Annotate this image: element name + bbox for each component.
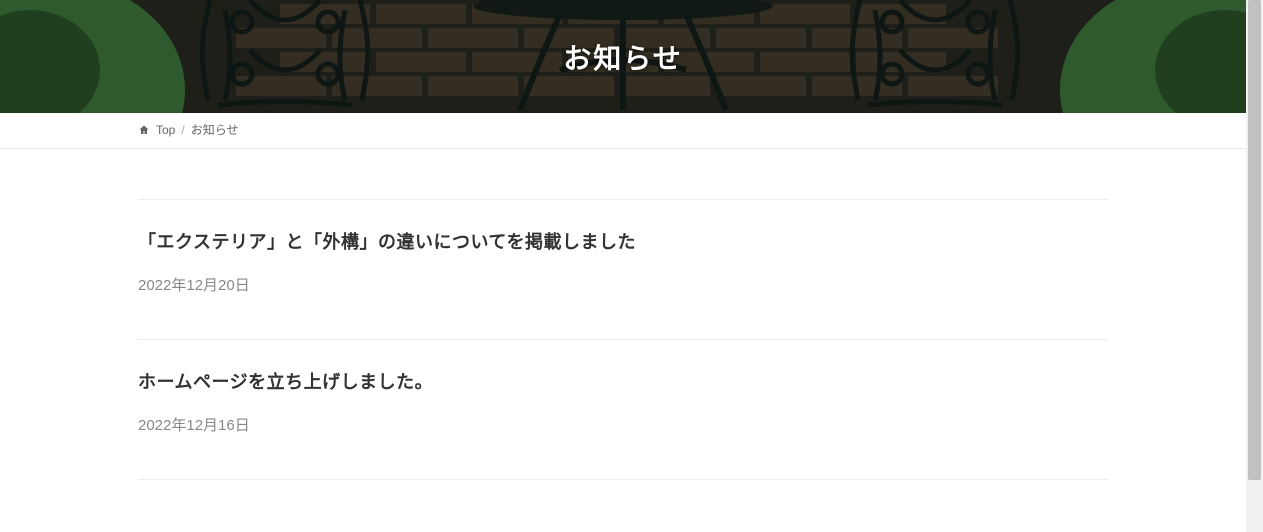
- hero-banner: お知らせ: [0, 0, 1246, 113]
- viewport: お知らせ Top / お知らせ 「エクステリア」と「外構」の違いについてを掲載し…: [0, 0, 1263, 532]
- post-date: 2022年12月20日: [138, 274, 1108, 295]
- posts-list: 「エクステリア」と「外構」の違いについてを掲載しました 2022年12月20日 …: [128, 149, 1118, 480]
- post-title: 「エクステリア」と「外構」の違いについてを掲載しました: [138, 228, 1108, 254]
- post-date: 2022年12月16日: [138, 414, 1108, 435]
- home-icon: [138, 124, 150, 136]
- breadcrumb-separator: /: [181, 123, 184, 137]
- page: お知らせ Top / お知らせ 「エクステリア」と「外構」の違いについてを掲載し…: [0, 0, 1246, 532]
- scrollbar-thumb[interactable]: [1248, 0, 1261, 480]
- breadcrumb-current: お知らせ: [191, 121, 239, 138]
- post-title: ホームページを立ち上げしました。: [138, 368, 1108, 394]
- breadcrumb: Top / お知らせ: [128, 113, 1118, 148]
- page-title: お知らせ: [563, 37, 682, 77]
- breadcrumb-home-link[interactable]: Top: [156, 123, 175, 137]
- post-item[interactable]: 「エクステリア」と「外構」の違いについてを掲載しました 2022年12月20日: [138, 199, 1108, 339]
- post-item[interactable]: ホームページを立ち上げしました。 2022年12月16日: [138, 339, 1108, 480]
- vertical-scrollbar[interactable]: [1246, 0, 1263, 532]
- breadcrumb-bar: Top / お知らせ: [0, 113, 1246, 149]
